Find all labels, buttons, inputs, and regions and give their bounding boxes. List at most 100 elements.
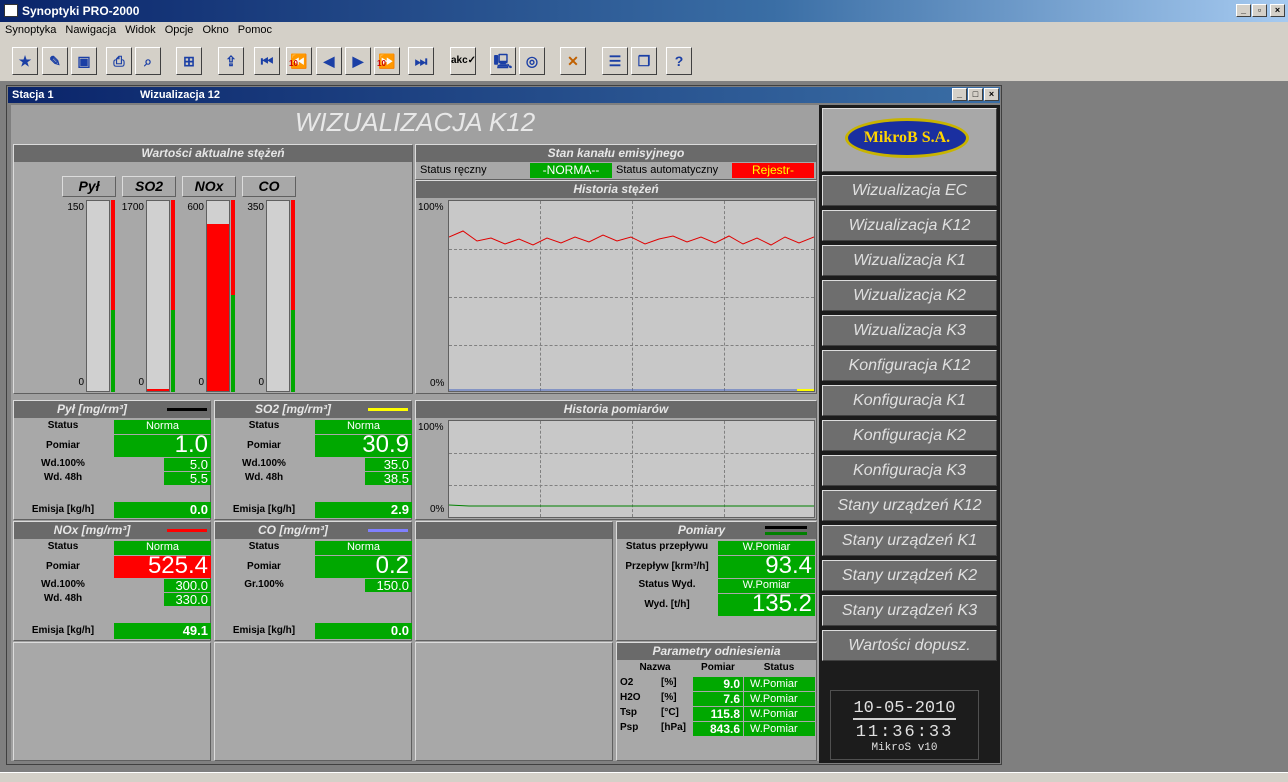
nav-stany-urzadzen-k12[interactable]: Stany urządzeń K12 (822, 490, 997, 521)
so2-status-label: Status (215, 420, 313, 434)
param-value: 7.6 (693, 692, 743, 706)
so2-legend-color (368, 408, 408, 411)
tile-icon[interactable]: ☰ (602, 47, 628, 75)
nav-konfiguracja-k3[interactable]: Konfiguracja K3 (822, 455, 997, 486)
param-value: 115.8 (693, 707, 743, 721)
fit-icon[interactable]: ⊞ (176, 47, 202, 75)
acknowledge-icon[interactable]: akc✓ (450, 47, 476, 75)
empty-panel-1 (415, 521, 613, 641)
toolbar: ★ ✎ ▣ ⎙ ⌕ ⊞ ⇪ ⏮ ⏪ 10 ◀ ▶ ⏩ 10 ⏭ akc✓ 🖳 ◎ ✕… (0, 40, 1288, 82)
bar-so2-name: SO2 (122, 176, 176, 197)
conc-ymax-label: 100% (418, 202, 444, 213)
nox-emisja-value: 49.1 (114, 623, 211, 639)
param-value: 9.0 (693, 677, 743, 691)
pyl-status-label: Status (14, 420, 112, 434)
param-unit: [hPa] (661, 722, 686, 733)
so2-emisja-value: 2.9 (315, 502, 412, 518)
measurement-history-panel: Historia pomiarów 100% 0% (415, 400, 817, 520)
pomiary-legend-green (765, 532, 807, 535)
bar-nox-limit-green (231, 295, 235, 392)
params-col-status: Status (743, 662, 815, 675)
channel-state-panel: Stan kanału emisyjnego Status ręczny -NO… (415, 144, 817, 180)
clock-date: 10-05-2010 (853, 699, 956, 720)
params-col-name: Nazwa (617, 662, 693, 675)
hum-value: 135.2 (718, 592, 815, 616)
nox-history-line (449, 230, 814, 246)
export-icon[interactable]: ⇪ (218, 47, 244, 75)
conc-ymin-label: 0% (430, 378, 445, 389)
tape-icon[interactable]: ◎ (519, 47, 545, 75)
menu-widok[interactable]: Widok (120, 22, 160, 36)
child-maximize-button[interactable]: □ (968, 88, 983, 101)
minimize-button[interactable]: _ (1236, 4, 1251, 17)
prev-icon[interactable]: ◀ (316, 47, 342, 75)
nav-wizualizacja-k12[interactable]: Wizualizacja K12 (822, 210, 997, 241)
next-icon[interactable]: ▶ (345, 47, 371, 75)
child-minimize-button[interactable]: _ (952, 88, 967, 101)
bar-so2-fill (147, 389, 169, 391)
param-value: 843.6 (693, 722, 743, 736)
nav-wartosci-dopusz[interactable]: Wartości dopusz. (822, 630, 997, 661)
app-titlebar: Synoptyki PRO-2000 _ ▫ × (0, 0, 1288, 22)
meas-ymax-label: 100% (418, 422, 444, 433)
rewind-10-icon[interactable]: ⏪ 10 (286, 47, 312, 75)
first-icon[interactable]: ⏮ (254, 47, 280, 75)
nav-wizualizacja-k1[interactable]: Wizualizacja K1 (822, 245, 997, 276)
child-view-name: Wizualizacja 12 (140, 89, 220, 101)
app-icon (4, 4, 18, 17)
nav-stany-urzadzen-k1[interactable]: Stany urządzeń K1 (822, 525, 997, 556)
hum-label: Wyd. [t/h] (617, 594, 717, 616)
nav-wizualizacja-k2[interactable]: Wizualizacja K2 (822, 280, 997, 311)
auto-status-label: Status automatyczny (616, 164, 719, 176)
nav-wizualizacja-ec[interactable]: Wizualizacja EC (822, 175, 997, 206)
bar-py-limit-green (111, 310, 115, 392)
menu-opcje[interactable]: Opcje (160, 22, 198, 36)
bar-so2-min: 0 (138, 377, 144, 388)
co-status-label: Status (215, 541, 313, 555)
edit-icon[interactable]: ✎ (42, 47, 68, 75)
computer-icon[interactable]: 🖳 (490, 47, 516, 75)
empty-panel-2 (13, 642, 211, 761)
last-icon[interactable]: ⏭ (408, 47, 434, 75)
measurement-history-header: Historia pomiarów (416, 401, 816, 418)
nav-stany-urzadzen-k3[interactable]: Stany urządzeń K3 (822, 595, 997, 626)
cascade-icon[interactable]: ❐ (631, 47, 657, 75)
nav-konfiguracja-k1[interactable]: Konfiguracja K1 (822, 385, 997, 416)
nav-wizualizacja-k3[interactable]: Wizualizacja K3 (822, 315, 997, 346)
pyl-wd48-value: 5.5 (164, 472, 211, 485)
save-icon[interactable]: ▣ (71, 47, 97, 75)
bar-co-max: 350 (247, 202, 264, 213)
nav-stany-urzadzen-k2[interactable]: Stany urządzeń K2 (822, 560, 997, 591)
print-icon[interactable]: ⎙ (106, 47, 132, 75)
restore-button[interactable]: ▫ (1252, 4, 1267, 17)
bar-co-name: CO (242, 176, 296, 197)
current-values-panel: Wartości aktualne stężeń Pył 150 0 SO2 1… (13, 144, 413, 394)
so2-wd100-value: 35.0 (365, 458, 412, 471)
bar-py-max: 150 (67, 202, 84, 213)
child-close-button[interactable]: × (984, 88, 999, 101)
tools-icon[interactable]: ✕ (560, 47, 586, 75)
close-button[interactable]: × (1270, 4, 1285, 17)
child-titlebar: Stacja 1 Wizualizacja 12 _ □ × (8, 87, 1000, 103)
params-col-value: Pomiar (693, 662, 743, 675)
nav-konfiguracja-k12[interactable]: Konfiguracja K12 (822, 350, 997, 381)
bar-nox-min: 0 (198, 377, 204, 388)
concentration-history-panel: Historia stężeń 100% 0% (415, 180, 817, 394)
clock-box: 10-05-2010 11:36:33 MikroS v10 (830, 690, 979, 760)
menu-synoptyka[interactable]: Synoptyka (0, 22, 60, 36)
clock-time: 11:36:33 (855, 723, 954, 742)
reference-params-header: Parametry odniesienia (617, 643, 816, 660)
help-icon[interactable]: ? (666, 47, 692, 75)
star-icon[interactable]: ★ (12, 47, 38, 75)
print-preview-icon[interactable]: ⌕ (135, 47, 161, 75)
bar-so2-max: 1700 (121, 202, 144, 213)
co-gr100-label: Gr.100% (215, 579, 313, 592)
pomiary-header: Pomiary (617, 522, 816, 539)
pyl-panel: Pył [mg/rm³] Status Norma Pomiar 1.0 Wd.… (13, 400, 211, 520)
menu-pomoc[interactable]: Pomoc (233, 22, 276, 36)
param-status: W.Pomiar (744, 707, 815, 721)
nav-konfiguracja-k2[interactable]: Konfiguracja K2 (822, 420, 997, 451)
forward-10-icon[interactable]: ⏩ 10 (374, 47, 400, 75)
menu-nawigacja[interactable]: Nawigacja (60, 22, 120, 36)
menu-okno[interactable]: Okno (197, 22, 232, 36)
